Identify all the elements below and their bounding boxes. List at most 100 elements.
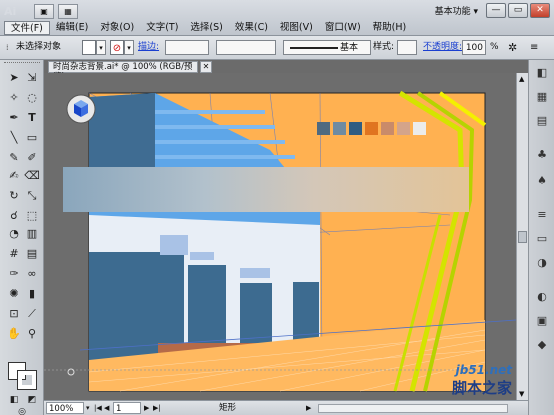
workspace-switcher[interactable]: 基本功能 ▾ (435, 4, 478, 17)
palette-swatch (349, 122, 362, 135)
vertical-scroll-thumb[interactable] (518, 231, 527, 243)
menu-help[interactable]: 帮助(H) (367, 21, 413, 35)
artboard-number-field[interactable]: 1 (113, 402, 141, 414)
transparency-panel-icon[interactable]: ◑ (535, 256, 549, 270)
type-tool-icon[interactable]: T (24, 110, 40, 126)
slice-tool-icon[interactable]: ⟋ (24, 306, 40, 322)
graphic-style-dropdown[interactable] (397, 40, 417, 55)
appearance-panel-icon[interactable]: ◐ (535, 290, 549, 304)
last-artboard-icon[interactable]: ▶| (153, 402, 161, 414)
horizontal-scrollbar[interactable] (318, 404, 508, 413)
building-side-dark (89, 93, 155, 168)
magic-wand-tool-icon[interactable]: ✧ (6, 90, 22, 106)
graphic-styles-panel-icon[interactable]: ▣ (535, 314, 549, 328)
mesh-tool-icon[interactable]: # (6, 246, 22, 262)
scale-tool-icon[interactable]: ⤡ (24, 188, 40, 204)
blob-brush-tool-icon[interactable]: ✍ (6, 168, 22, 184)
brushes-panel-icon[interactable]: ♣ (535, 148, 549, 162)
color-palette (317, 122, 426, 135)
document-canvas[interactable]: jb51.net 脚本之家 (44, 73, 516, 400)
scroll-up-icon[interactable]: ▲ (519, 75, 524, 83)
shape-builder-tool-icon[interactable]: ◔ (6, 226, 22, 242)
zoom-tool-icon[interactable]: ⚲ (24, 326, 40, 342)
artboard-tool-icon[interactable]: ⊡ (6, 306, 22, 322)
menu-window[interactable]: 窗口(W) (319, 21, 367, 35)
restore-button[interactable]: ▭ (508, 3, 528, 18)
fill-swatch[interactable] (82, 40, 96, 55)
variable-width-dropdown[interactable] (216, 40, 276, 55)
opacity-field[interactable]: 100 (462, 40, 486, 55)
vertical-scrollbar[interactable]: ▲ ▼ (516, 73, 528, 400)
gradient-panel-icon[interactable]: ▭ (535, 232, 549, 246)
brush-definition-dropdown[interactable]: 基本 (283, 40, 371, 55)
bridge-icon[interactable]: ▣ (34, 4, 54, 19)
selection-status: 未选择对象 (16, 42, 62, 52)
perspective-grid-tool-icon[interactable]: ▥ (24, 226, 40, 242)
menu-file[interactable]: 文件(F) (4, 21, 50, 35)
stroke-dropdown-icon[interactable]: ▾ (124, 40, 134, 55)
color-gradient-bar (63, 167, 469, 212)
paintbrush-tool-icon[interactable]: ✎ (6, 150, 22, 166)
palette-swatch (365, 122, 378, 135)
menu-effect[interactable]: 效果(C) (229, 21, 274, 35)
free-transform-tool-icon[interactable]: ⬚ (24, 208, 40, 224)
direct-selection-tool-icon[interactable]: ⇲ (24, 70, 40, 86)
fill-dropdown-icon[interactable]: ▾ (96, 40, 106, 55)
zoom-field[interactable]: 100% (46, 402, 84, 414)
status-bar: 100% ▾ |◀ ◀ 1 ▶ ▶| 矩形 ▶ (44, 400, 528, 415)
watermark: jb51.net 脚本之家 (452, 363, 512, 398)
color-guide-icon[interactable]: ▦ (535, 90, 549, 104)
recolor-artwork-icon[interactable]: ✲ (508, 40, 517, 55)
stroke-panel-icon[interactable]: ≡ (535, 208, 549, 222)
arrange-documents-icon[interactable]: ▦ (58, 4, 78, 19)
prev-artboard-icon[interactable]: ◀ (104, 402, 109, 414)
palette-swatch (381, 122, 394, 135)
menu-edit[interactable]: 编辑(E) (50, 21, 94, 35)
eyedropper-tool-icon[interactable]: ✑ (6, 266, 22, 282)
column-graph-tool-icon[interactable]: ▮ (24, 286, 40, 302)
hand-tool-icon[interactable]: ✋ (6, 326, 22, 342)
swatches-panel-icon[interactable]: ▤ (535, 114, 549, 128)
control-panel-menu-icon[interactable]: ≡ (530, 40, 538, 55)
line-tool-icon[interactable]: ╲ (6, 130, 22, 146)
stroke-panel-link[interactable]: 描边: (138, 40, 159, 55)
warp-tool-icon[interactable]: ☌ (6, 208, 22, 224)
rotate-tool-icon[interactable]: ↻ (6, 188, 22, 204)
selection-tool-icon[interactable]: ➤ (6, 70, 22, 86)
gradient-tool-icon[interactable]: ▤ (24, 246, 40, 262)
first-artboard-icon[interactable]: |◀ (94, 402, 102, 414)
symbol-sprayer-tool-icon[interactable]: ✺ (6, 286, 22, 302)
menu-type[interactable]: 文字(T) (140, 21, 184, 35)
document-tab[interactable]: 时尚杂志背景.ai* @ 100% (RGB/预览) (48, 61, 198, 82)
scroll-down-icon[interactable]: ▼ (519, 390, 524, 398)
close-button[interactable]: ✕ (530, 3, 550, 18)
status-menu-icon[interactable]: ▶ (306, 402, 311, 414)
stroke-weight-field[interactable] (165, 40, 209, 55)
blend-tool-icon[interactable]: ∞ (24, 266, 40, 282)
draw-mode-icon[interactable]: ◎ (14, 404, 30, 415)
artwork (44, 73, 516, 400)
stroke-color-box[interactable] (17, 370, 37, 390)
lasso-tool-icon[interactable]: ◌ (24, 90, 40, 106)
symbols-panel-icon[interactable]: ♠ (535, 174, 549, 188)
tools-panel: ➤ ⇲ ✧ ◌ ✒ T ╲ ▭ ✎ ✐ ✍ ⌫ ↻ ⤡ ☌ ⬚ ◔ ▥ # ▤ … (0, 60, 44, 415)
opacity-link[interactable]: 不透明度: (423, 40, 462, 55)
tools-panel-grip (4, 62, 40, 66)
color-panel-icon[interactable]: ◧ (535, 66, 549, 80)
palette-swatch (397, 122, 410, 135)
next-artboard-icon[interactable]: ▶ (144, 402, 149, 414)
pen-tool-icon[interactable]: ✒ (6, 110, 22, 126)
stroke-swatch[interactable]: ⊘ (110, 40, 124, 55)
pencil-tool-icon[interactable]: ✐ (24, 150, 40, 166)
eraser-tool-icon[interactable]: ⌫ (24, 168, 40, 184)
opacity-percent: % (490, 42, 499, 52)
rectangle-tool-icon[interactable]: ▭ (24, 130, 40, 146)
menu-object[interactable]: 对象(O) (94, 21, 140, 35)
menu-bar: Ai ▣ ▦ 文件(F) 编辑(E) 对象(O) 文字(T) 选择(S) 效果(… (0, 0, 554, 36)
layers-panel-icon[interactable]: ◆ (535, 338, 549, 352)
minimize-button[interactable]: — (486, 3, 506, 18)
close-tab-icon[interactable]: ✕ (200, 61, 212, 73)
brush-name: 基本 (340, 43, 359, 53)
menu-view[interactable]: 视图(V) (274, 21, 319, 35)
menu-select[interactable]: 选择(S) (184, 21, 228, 35)
